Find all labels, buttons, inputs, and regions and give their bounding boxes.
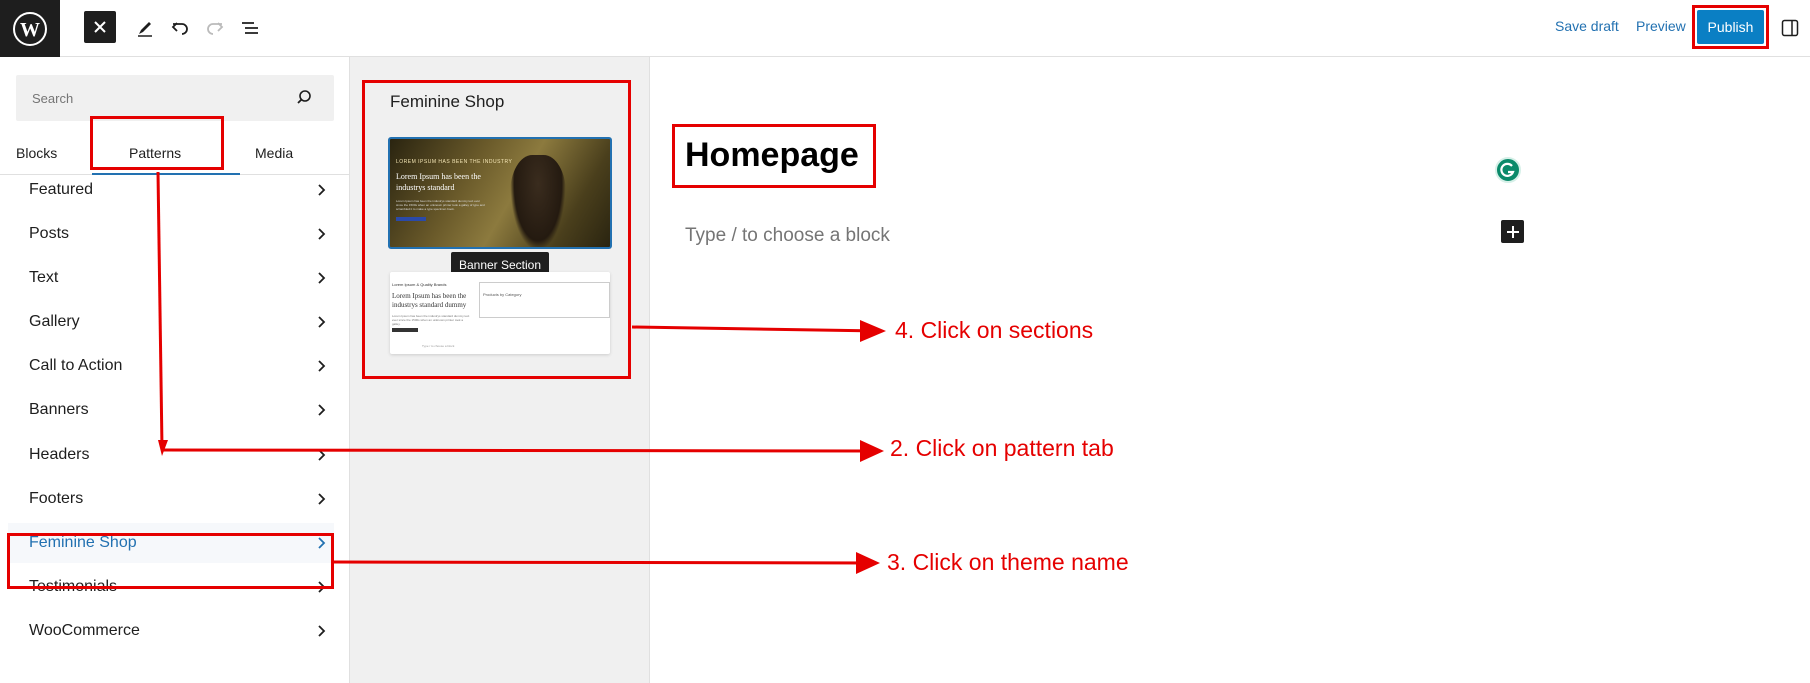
- sidebar-item-label: Text: [29, 269, 59, 286]
- chevron-right-icon: [318, 316, 326, 328]
- close-inserter-button[interactable]: [84, 11, 116, 43]
- sidebar-item-banners[interactable]: Banners: [8, 390, 334, 430]
- search-icon: [297, 90, 311, 104]
- sidebar-toggle-icon: [1781, 19, 1799, 37]
- redo-icon: [207, 22, 224, 35]
- wordpress-logo-icon[interactable]: W: [0, 0, 60, 57]
- svg-text:W: W: [20, 19, 40, 41]
- plus-icon: [1506, 225, 1519, 238]
- chevron-right-icon: [318, 360, 326, 372]
- chevron-right-icon: [318, 449, 326, 461]
- tab-media[interactable]: Media: [255, 145, 293, 161]
- sidebar-item-label: Headers: [29, 446, 90, 463]
- arrow-sections: [631, 325, 881, 333]
- annotation-click-pattern-tab: 2. Click on pattern tab: [890, 435, 1114, 461]
- sidebar-item-gallery[interactable]: Gallery: [8, 302, 334, 342]
- sidebar-item-label: Posts: [29, 225, 70, 242]
- sidebar-item-label: WooCommerce: [29, 622, 140, 639]
- sidebar-item-woocommerce[interactable]: WooCommerce: [8, 611, 334, 651]
- settings-toggle-button[interactable]: [1775, 13, 1805, 43]
- sidebar-item-label: Banners: [29, 401, 89, 418]
- post-title[interactable]: Homepage: [685, 136, 859, 175]
- sidebar-item-headers[interactable]: Headers: [8, 435, 334, 475]
- theme-name-highlight-box: [7, 533, 334, 589]
- search-input[interactable]: Search: [16, 75, 334, 121]
- list-view-icon: [242, 22, 258, 34]
- sidebar-item-label: Gallery: [29, 313, 80, 330]
- chevron-right-icon: [318, 228, 326, 240]
- save-draft-button[interactable]: Save draft: [1555, 18, 1619, 34]
- top-toolbar: W Save draft Preview Publish: [0, 0, 1810, 57]
- sidebar-item-label: Featured: [29, 181, 94, 198]
- block-placeholder[interactable]: Type / to choose a block: [685, 225, 890, 247]
- undo-icon: [171, 22, 188, 35]
- document-overview-button[interactable]: [235, 13, 265, 43]
- sidebar-item-label: Call to Action: [29, 357, 123, 374]
- editor-root: W Save draft Preview Publish Search Bloc…: [0, 0, 1810, 683]
- sidebar-item-footers[interactable]: Footers: [8, 479, 334, 519]
- chevron-right-icon: [318, 272, 326, 284]
- tab-blocks[interactable]: Blocks: [16, 145, 57, 161]
- search-placeholder: Search: [32, 91, 74, 106]
- close-icon: [94, 21, 106, 33]
- chevron-right-icon: [318, 625, 326, 637]
- tools-button[interactable]: [130, 13, 160, 43]
- sidebar-item-call-to-action[interactable]: Call to Action: [8, 346, 334, 386]
- sidebar-item-posts[interactable]: Posts: [8, 214, 334, 254]
- publish-button[interactable]: Publish: [1697, 10, 1764, 44]
- annotation-click-theme-name: 3. Click on theme name: [887, 549, 1129, 575]
- add-block-button[interactable]: [1501, 220, 1524, 243]
- redo-button[interactable]: [200, 13, 230, 43]
- undo-button[interactable]: [165, 13, 195, 43]
- pencil-icon: [138, 22, 152, 37]
- sidebar-item-featured[interactable]: Featured: [8, 170, 334, 210]
- sidebar-item-text[interactable]: Text: [8, 258, 334, 298]
- annotation-click-sections: 4. Click on sections: [895, 317, 1094, 343]
- sections-highlight-box: [362, 80, 631, 379]
- grammarly-icon[interactable]: [1495, 157, 1521, 183]
- chevron-right-icon: [318, 184, 326, 196]
- chevron-right-icon: [318, 404, 326, 416]
- sidebar-item-label: Footers: [29, 490, 84, 507]
- chevron-right-icon: [318, 493, 326, 505]
- patterns-tab-highlight-box: [90, 116, 224, 170]
- preview-button[interactable]: Preview: [1636, 18, 1686, 34]
